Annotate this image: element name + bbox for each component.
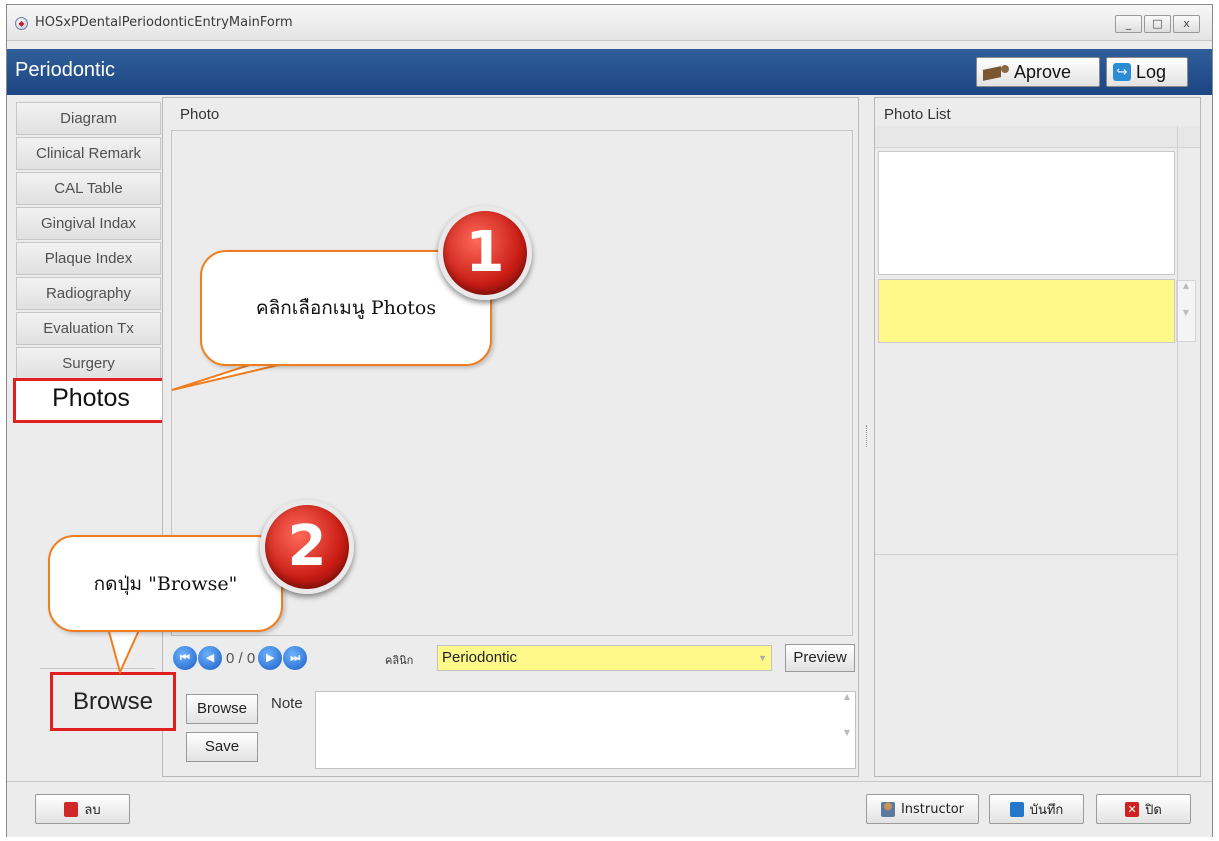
close-button[interactable]: ✕ ปิด: [1096, 794, 1191, 824]
main-window: ◆ HOSxPDentalPeriodonticEntryMainForm _ …: [6, 4, 1213, 837]
last-photo-button[interactable]: ⏭: [283, 646, 308, 670]
instructor-button[interactable]: Instructor: [866, 794, 979, 824]
photo-navigator: ⏮ ◀ 0 / 0 ▶ ⏭: [173, 644, 308, 672]
photo-panel-title: Photo: [180, 106, 220, 123]
log-icon: ↪: [1113, 63, 1131, 81]
tab-photos[interactable]: Photos: [13, 378, 169, 423]
log-button[interactable]: ↪ Log: [1106, 57, 1188, 87]
save-photo-button[interactable]: Save: [186, 732, 258, 762]
panel-splitter[interactable]: [866, 425, 868, 447]
divider-line: [40, 668, 155, 669]
close-label: ปิด: [1145, 802, 1162, 818]
note-scrollbar[interactable]: ▲ ▼: [839, 692, 855, 768]
clinic-select[interactable]: Periodontic ▼: [437, 645, 772, 671]
next-photo-button[interactable]: ▶: [258, 646, 283, 670]
photo-list-selected-row[interactable]: ▲ ▼: [878, 279, 1196, 343]
tab-evaluation-tx[interactable]: Evaluation Tx: [16, 312, 161, 345]
step-badge-1: 1: [438, 206, 532, 300]
save-disk-icon: [1009, 801, 1024, 817]
tab-surgery[interactable]: Surgery: [16, 347, 161, 380]
instructor-label: Instructor: [900, 801, 965, 817]
maximize-button[interactable]: □: [1144, 15, 1171, 33]
clinic-label: คลินิก: [385, 654, 414, 667]
photo-list-separator: [875, 554, 1177, 555]
app-icon: ◆: [15, 17, 28, 30]
aprove-label: Aprove: [1014, 61, 1072, 82]
close-icon: ✕: [1125, 801, 1140, 817]
step-badge-2: 2: [260, 500, 354, 594]
title-bar: ◆ HOSxPDentalPeriodonticEntryMainForm _ …: [7, 5, 1212, 41]
trash-icon: [64, 801, 79, 817]
photo-list-header: [875, 126, 1200, 148]
highlight-browse: Browse: [50, 672, 176, 731]
clinic-value: Periodontic: [442, 649, 518, 666]
photo-list-divider: [1177, 126, 1178, 776]
prev-photo-button[interactable]: ◀: [198, 646, 222, 670]
tab-diagram[interactable]: Diagram: [16, 102, 161, 135]
window-title: HOSxPDentalPeriodonticEntryMainForm: [35, 15, 293, 30]
photo-list-panel: Photo List ▲ ▼: [874, 97, 1201, 777]
form-title: Periodontic: [15, 59, 116, 81]
close-window-button[interactable]: x: [1173, 15, 1200, 33]
photo-counter: 0 / 0: [226, 649, 256, 667]
form-header: Periodontic Aprove ↪ Log: [7, 49, 1212, 95]
tab-gingival-index[interactable]: Gingival Indax: [16, 207, 161, 240]
minimize-button[interactable]: _: [1115, 15, 1142, 33]
save-button[interactable]: บันทึก: [989, 794, 1084, 824]
save-label: บันทึก: [1029, 802, 1064, 818]
tab-radiography[interactable]: Radiography: [16, 277, 161, 310]
aprove-button[interactable]: Aprove: [976, 57, 1100, 87]
photo-list-thumbnail[interactable]: [878, 151, 1175, 275]
log-label: Log: [1136, 61, 1167, 82]
callout-press-browse: กดปุ่ม "Browse": [48, 535, 283, 632]
person-icon: [880, 801, 895, 817]
footer-bar: ลบ Instructor บันทึก ✕ ปิด: [7, 781, 1212, 837]
photo-panel: Photo ⏮ ◀ 0 / 0 ▶ ⏭ คลินิก Periodontic ▼…: [162, 97, 859, 777]
chevron-down-icon: ▼: [758, 653, 767, 663]
note-label: Note: [271, 695, 303, 712]
delete-button[interactable]: ลบ: [35, 794, 130, 824]
browse-button[interactable]: Browse: [186, 694, 258, 724]
stamp-icon: [983, 65, 1009, 79]
delete-label: ลบ: [84, 802, 101, 818]
photo-list-scrollbar[interactable]: ▲ ▼: [1176, 280, 1196, 342]
window-controls: _ □ x: [1113, 15, 1200, 33]
tab-cal-table[interactable]: CAL Table: [16, 172, 161, 205]
preview-button[interactable]: Preview: [785, 644, 855, 672]
first-photo-button[interactable]: ⏮: [173, 646, 197, 670]
tab-plaque-index[interactable]: Plaque Index: [16, 242, 161, 275]
photo-list-title: Photo List: [884, 106, 951, 123]
tab-clinical-remark[interactable]: Clinical Remark: [16, 137, 161, 170]
note-textarea[interactable]: ▲ ▼: [315, 691, 856, 769]
